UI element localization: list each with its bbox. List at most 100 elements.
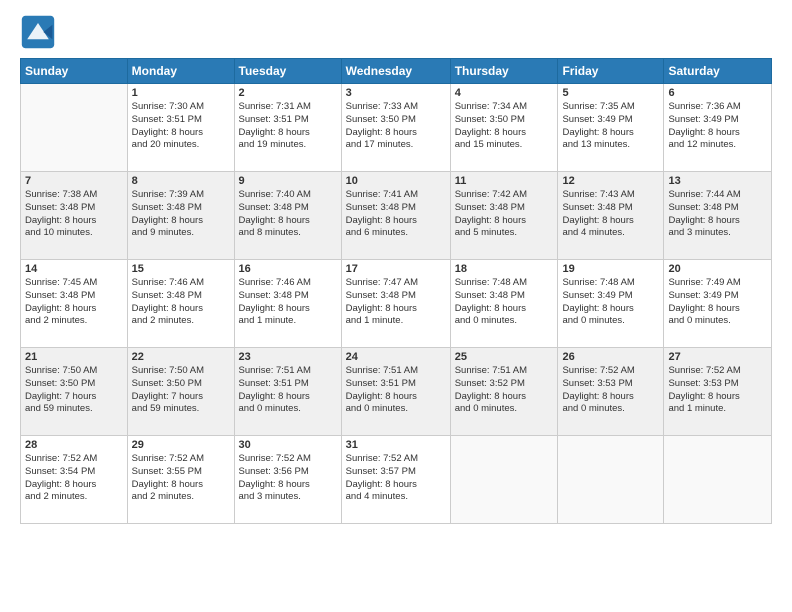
calendar-cell: [664, 436, 772, 524]
day-info-line: Sunset: 3:55 PM: [132, 466, 230, 479]
day-info-line: Sunset: 3:49 PM: [668, 114, 767, 127]
day-info-line: Sunset: 3:56 PM: [239, 466, 337, 479]
calendar-cell: 16Sunrise: 7:46 AMSunset: 3:48 PMDayligh…: [234, 260, 341, 348]
day-number: 9: [239, 175, 337, 187]
day-info-line: Sunrise: 7:40 AM: [239, 189, 337, 202]
day-number: 8: [132, 175, 230, 187]
calendar-cell: 1Sunrise: 7:30 AMSunset: 3:51 PMDaylight…: [127, 84, 234, 172]
day-info-line: Sunset: 3:48 PM: [668, 202, 767, 215]
day-number: 15: [132, 263, 230, 275]
day-info-line: and 6 minutes.: [346, 227, 446, 240]
day-info-line: and 1 minute.: [668, 403, 767, 416]
day-info-line: Sunset: 3:48 PM: [25, 290, 123, 303]
day-info: Sunrise: 7:33 AMSunset: 3:50 PMDaylight:…: [346, 101, 446, 152]
day-info-line: Daylight: 8 hours: [562, 127, 659, 140]
calendar-cell: 24Sunrise: 7:51 AMSunset: 3:51 PMDayligh…: [341, 348, 450, 436]
calendar-week-5: 28Sunrise: 7:52 AMSunset: 3:54 PMDayligh…: [21, 436, 772, 524]
day-info: Sunrise: 7:52 AMSunset: 3:54 PMDaylight:…: [25, 453, 123, 504]
day-info: Sunrise: 7:41 AMSunset: 3:48 PMDaylight:…: [346, 189, 446, 240]
day-header-wednesday: Wednesday: [341, 59, 450, 84]
day-number: 23: [239, 351, 337, 363]
day-info-line: and 1 minute.: [346, 315, 446, 328]
calendar-week-1: 1Sunrise: 7:30 AMSunset: 3:51 PMDaylight…: [21, 84, 772, 172]
day-number: 10: [346, 175, 446, 187]
day-info: Sunrise: 7:36 AMSunset: 3:49 PMDaylight:…: [668, 101, 767, 152]
day-info-line: Sunset: 3:49 PM: [668, 290, 767, 303]
day-info-line: Daylight: 8 hours: [455, 391, 554, 404]
day-info-line: Sunset: 3:48 PM: [132, 290, 230, 303]
day-info-line: Daylight: 8 hours: [132, 303, 230, 316]
day-info-line: Sunrise: 7:52 AM: [239, 453, 337, 466]
day-info-line: and 10 minutes.: [25, 227, 123, 240]
day-info-line: Sunrise: 7:52 AM: [562, 365, 659, 378]
day-number: 6: [668, 87, 767, 99]
day-info-line: Sunset: 3:48 PM: [346, 290, 446, 303]
day-info-line: Daylight: 8 hours: [668, 127, 767, 140]
day-info-line: Daylight: 8 hours: [455, 127, 554, 140]
day-header-monday: Monday: [127, 59, 234, 84]
day-number: 7: [25, 175, 123, 187]
calendar-cell: 8Sunrise: 7:39 AMSunset: 3:48 PMDaylight…: [127, 172, 234, 260]
day-info-line: Sunset: 3:57 PM: [346, 466, 446, 479]
calendar-cell: 29Sunrise: 7:52 AMSunset: 3:55 PMDayligh…: [127, 436, 234, 524]
day-info: Sunrise: 7:40 AMSunset: 3:48 PMDaylight:…: [239, 189, 337, 240]
day-info-line: Daylight: 8 hours: [668, 215, 767, 228]
day-info-line: Sunrise: 7:49 AM: [668, 277, 767, 290]
calendar: SundayMondayTuesdayWednesdayThursdayFrid…: [20, 58, 772, 524]
calendar-cell: 9 Sunrise: 7:40 AMSunset: 3:48 PMDaylight…: [234, 172, 341, 260]
day-info: Sunrise: 7:45 AMSunset: 3:48 PMDaylight:…: [25, 277, 123, 328]
day-info-line: Daylight: 8 hours: [562, 391, 659, 404]
day-info-line: Sunrise: 7:50 AM: [132, 365, 230, 378]
day-number: 26: [562, 351, 659, 363]
day-info-line: Sunrise: 7:46 AM: [239, 277, 337, 290]
day-number: 24: [346, 351, 446, 363]
day-number: 22: [132, 351, 230, 363]
calendar-cell: 13Sunrise: 7:44 AMSunset: 3:48 PMDayligh…: [664, 172, 772, 260]
day-info-line: Sunset: 3:48 PM: [455, 290, 554, 303]
day-info-line: Sunset: 3:49 PM: [562, 290, 659, 303]
day-info-line: Daylight: 8 hours: [562, 215, 659, 228]
day-info-line: and 8 minutes.: [239, 227, 337, 240]
day-info-line: Daylight: 8 hours: [132, 479, 230, 492]
day-info-line: Sunset: 3:48 PM: [455, 202, 554, 215]
header: [20, 10, 772, 50]
day-number: 21: [25, 351, 123, 363]
day-info-line: Daylight: 8 hours: [668, 303, 767, 316]
day-info: Sunrise: 7:35 AMSunset: 3:49 PMDaylight:…: [562, 101, 659, 152]
day-info-line: and 0 minutes.: [562, 315, 659, 328]
day-info-line: Sunrise: 7:30 AM: [132, 101, 230, 114]
day-info-line: Sunset: 3:48 PM: [562, 202, 659, 215]
day-info-line: Daylight: 8 hours: [25, 303, 123, 316]
day-info-line: and 2 minutes.: [25, 315, 123, 328]
day-header-sunday: Sunday: [21, 59, 128, 84]
day-info-line: and 0 minutes.: [346, 403, 446, 416]
day-info-line: Sunrise: 7:33 AM: [346, 101, 446, 114]
day-info-line: Sunset: 3:54 PM: [25, 466, 123, 479]
day-info-line: Sunset: 3:48 PM: [239, 290, 337, 303]
day-number: 18: [455, 263, 554, 275]
day-info-line: and 15 minutes.: [455, 139, 554, 152]
day-number: 11: [455, 175, 554, 187]
day-info: Sunrise: 7:52 AMSunset: 3:55 PMDaylight:…: [132, 453, 230, 504]
calendar-header: SundayMondayTuesdayWednesdayThursdayFrid…: [21, 59, 772, 84]
day-info-line: Sunset: 3:50 PM: [25, 378, 123, 391]
day-info: Sunrise: 7:52 AMSunset: 3:53 PMDaylight:…: [668, 365, 767, 416]
calendar-cell: 25Sunrise: 7:51 AMSunset: 3:52 PMDayligh…: [450, 348, 558, 436]
calendar-cell: [558, 436, 664, 524]
day-info-line: Sunrise: 7:45 AM: [25, 277, 123, 290]
day-info-line: and 20 minutes.: [132, 139, 230, 152]
calendar-cell: 6 Sunrise: 7:36 AMSunset: 3:49 PMDaylight…: [664, 84, 772, 172]
day-info-line: Daylight: 8 hours: [239, 127, 337, 140]
day-header-friday: Friday: [558, 59, 664, 84]
day-info-line: Sunset: 3:48 PM: [132, 202, 230, 215]
day-info: Sunrise: 7:50 AMSunset: 3:50 PMDaylight:…: [132, 365, 230, 416]
day-info-line: Sunset: 3:51 PM: [239, 114, 337, 127]
day-info-line: Sunrise: 7:44 AM: [668, 189, 767, 202]
day-info: Sunrise: 7:44 AMSunset: 3:48 PMDaylight:…: [668, 189, 767, 240]
day-info-line: Sunrise: 7:47 AM: [346, 277, 446, 290]
calendar-week-2: 7Sunrise: 7:38 AMSunset: 3:48 PMDaylight…: [21, 172, 772, 260]
day-info-line: Sunrise: 7:42 AM: [455, 189, 554, 202]
day-info-line: Sunset: 3:48 PM: [25, 202, 123, 215]
day-info-line: and 5 minutes.: [455, 227, 554, 240]
day-number: 19: [562, 263, 659, 275]
